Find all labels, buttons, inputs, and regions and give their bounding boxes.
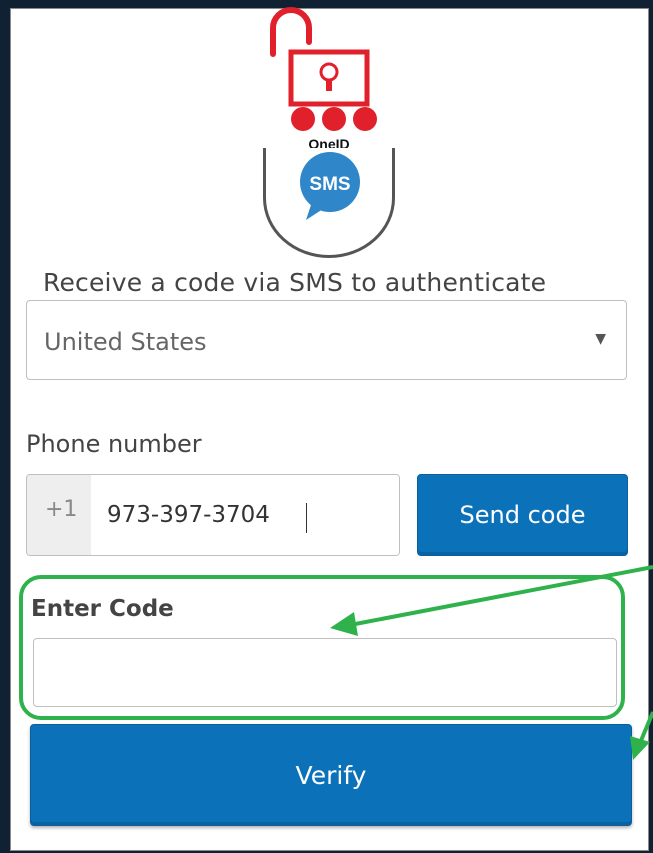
- oneid-logo: OneID: [270, 7, 377, 152]
- page-title: Receive a code via SMS to authenticate: [43, 268, 547, 297]
- country-code-text: +1: [45, 497, 78, 522]
- phone-number-input[interactable]: [91, 475, 399, 555]
- send-code-button[interactable]: Send code: [417, 474, 628, 556]
- country-code-prefix: +1: [27, 475, 92, 555]
- phone-input-group: +1: [26, 474, 400, 556]
- enter-code-label: Enter Code: [31, 596, 174, 622]
- verify-button[interactable]: Verify: [30, 724, 632, 826]
- country-select-value: United States: [44, 328, 207, 356]
- code-input[interactable]: [33, 638, 617, 707]
- phone-number-label: Phone number: [26, 430, 202, 458]
- text-cursor: [306, 503, 307, 533]
- chevron-down-icon: ▼: [595, 331, 606, 347]
- sms-badge-text: SMS: [309, 174, 350, 195]
- sms-bubble-icon: SMS: [300, 152, 360, 220]
- country-select[interactable]: United States ▼: [26, 300, 627, 380]
